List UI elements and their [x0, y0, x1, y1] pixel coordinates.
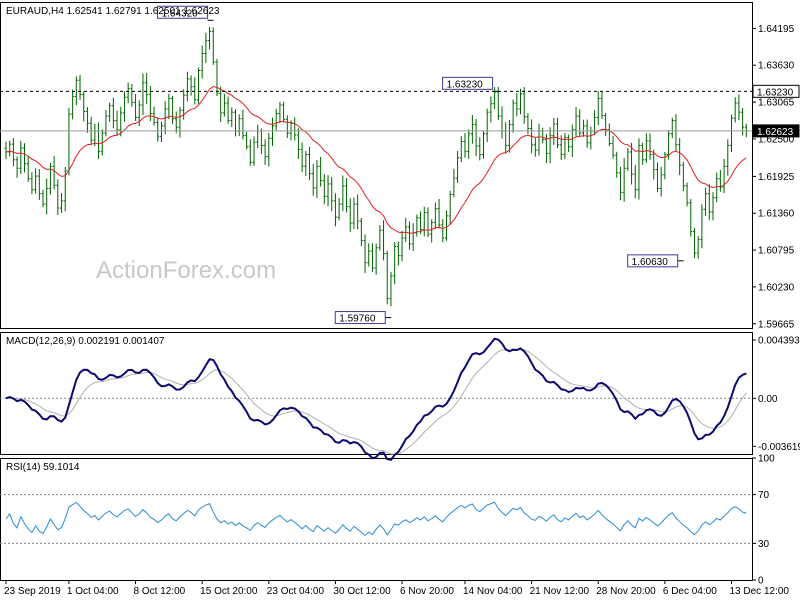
rsi-label: RSI(14) 59.1014	[6, 462, 80, 473]
rsi-tick-label: 100	[758, 454, 775, 465]
time-tick-label: 15 Oct 20:00	[200, 586, 258, 597]
macd-tick-label: 0.004393	[758, 336, 800, 347]
macd-tick-label: 0.00	[758, 394, 778, 405]
level-price-badge: 1.63230	[757, 87, 794, 98]
time-tick-label: 1 Oct 04:00	[67, 586, 119, 597]
callout-label: 1.63230	[447, 79, 484, 90]
time-tick-label: 8 Oct 12:00	[134, 586, 186, 597]
macd-label: MACD(12,26,9) 0.002191 0.001407	[6, 336, 165, 347]
time-tick-label: 23 Sep 2019	[4, 586, 61, 597]
price-tick-label: 1.64195	[758, 24, 795, 35]
time-tick-label: 23 Oct 04:00	[267, 586, 325, 597]
time-tick-label: 14 Nov 04:00	[463, 586, 523, 597]
price-tick-label: 1.59665	[758, 319, 795, 330]
price-tick-label: 1.63065	[758, 98, 795, 109]
callout-label: 1.59760	[339, 314, 376, 325]
time-tick-label: 6 Nov 20:00	[400, 586, 454, 597]
price-tick-label: 1.60230	[758, 282, 795, 293]
macd-tick-label: -0.003619	[758, 442, 800, 453]
time-tick-label: 6 Dec 04:00	[663, 586, 717, 597]
current-price-badge: 1.62623	[757, 127, 794, 138]
price-tick-label: 1.60795	[758, 246, 795, 257]
time-tick-label: 28 Nov 20:00	[596, 586, 656, 597]
chart-root: ActionForex.com 1.64195 1.63630 1.63065 1.6…	[0, 0, 800, 600]
rsi-tick-label: 70	[758, 490, 770, 501]
rsi-tick-label: 30	[758, 539, 770, 550]
price-watermark: ActionForex.com	[96, 257, 276, 284]
price-tick-label: 1.61360	[758, 209, 795, 220]
chart-header: EURAUD,H4 1.62541 1.62791 1.62501 1.6262…	[6, 6, 220, 17]
rsi-tick-label: 0	[758, 576, 764, 587]
time-tick-label: 13 Dec 12:00	[729, 586, 789, 597]
time-tick-label: 30 Oct 12:00	[333, 586, 391, 597]
time-tick-label: 21 Nov 12:00	[530, 586, 590, 597]
price-tick-label: 1.61925	[758, 172, 795, 183]
euraud-h4-chart: ActionForex.com 1.641951.636301.630651.6…	[0, 0, 800, 600]
callout-label: 1.60630	[632, 257, 669, 268]
price-tick-label: 1.63630	[758, 61, 795, 72]
